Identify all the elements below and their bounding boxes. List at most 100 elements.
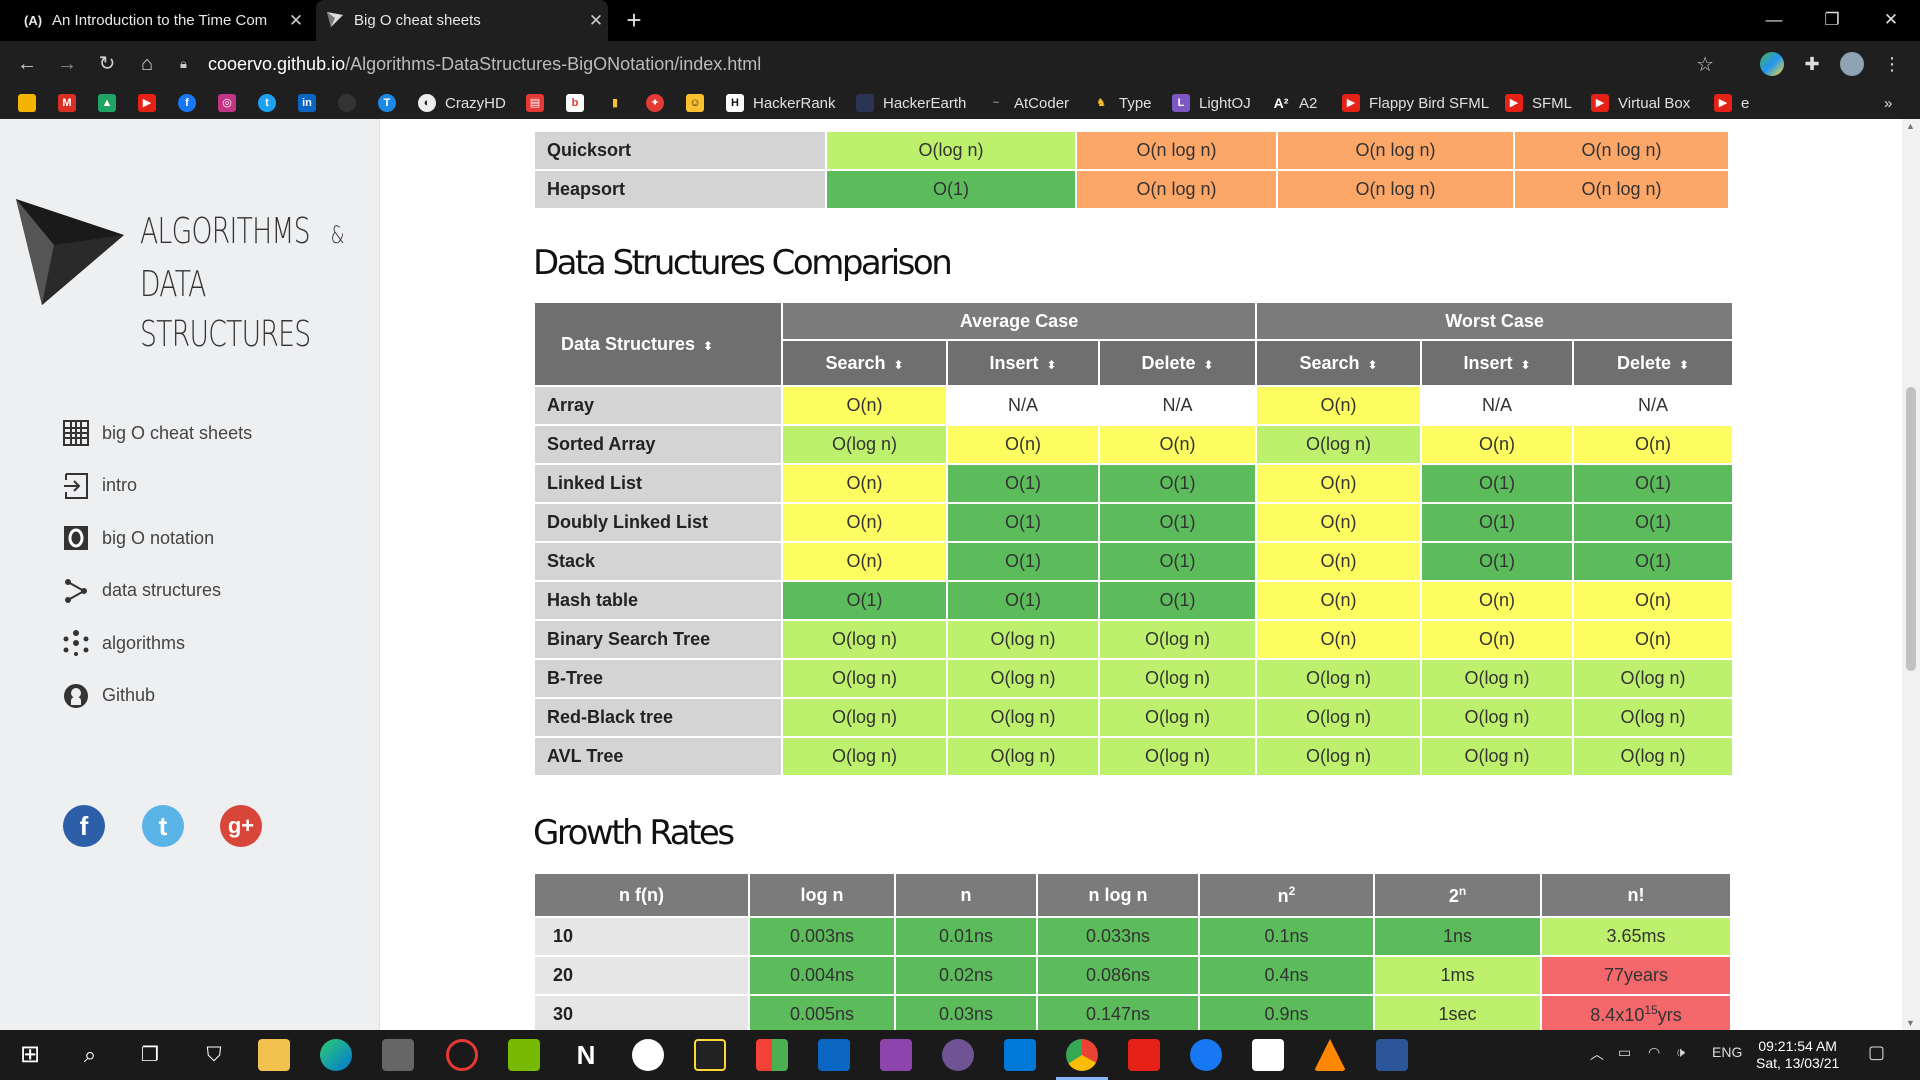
nav-data-structures[interactable]: data structures bbox=[62, 565, 252, 618]
nvidia-icon[interactable] bbox=[508, 1039, 540, 1071]
security-shield-icon[interactable]: ⛉ bbox=[198, 1039, 230, 1071]
bookmark-icon-13[interactable]: b bbox=[566, 93, 593, 113]
bookmark-type[interactable]: ♞ Type bbox=[1092, 93, 1152, 113]
bookmark-flappy-bird[interactable]: ▶ Flappy Bird SFML bbox=[1342, 93, 1489, 113]
youtube-app-icon[interactable] bbox=[1128, 1039, 1160, 1071]
col-insert[interactable]: Insert ⬍ bbox=[948, 341, 1098, 387]
store-icon[interactable] bbox=[382, 1039, 414, 1071]
scroll-down-icon[interactable]: ▼ bbox=[1906, 1018, 1915, 1028]
wifi-icon[interactable]: ◠ bbox=[1648, 1044, 1660, 1061]
bookmark-e[interactable]: ▶ e bbox=[1714, 93, 1749, 113]
vlc-icon[interactable] bbox=[1314, 1039, 1346, 1071]
search-icon[interactable]: ⌕ bbox=[74, 1039, 106, 1071]
windows-start-icon[interactable]: ⊞ bbox=[14, 1039, 46, 1071]
back-icon[interactable]: ← bbox=[12, 49, 42, 79]
growth-cell: 1ms bbox=[1375, 957, 1540, 996]
notifications-icon[interactable]: ▢ bbox=[1868, 1042, 1885, 1063]
bookmark-sfml[interactable]: ▶ SFML bbox=[1505, 93, 1572, 113]
col-search[interactable]: Search ⬍ bbox=[1257, 341, 1421, 387]
twitter-icon[interactable]: t bbox=[142, 805, 184, 847]
complexity-cell: O(log n) bbox=[783, 738, 946, 777]
nav-github[interactable]: Github bbox=[62, 670, 252, 723]
bookmark-icon-15[interactable]: ✦ bbox=[646, 93, 673, 113]
avatar[interactable] bbox=[1840, 52, 1864, 76]
youtube-icon: ▶ bbox=[1591, 94, 1609, 112]
facebook-icon[interactable]: f bbox=[178, 93, 205, 113]
scroll-thumb[interactable] bbox=[1906, 387, 1916, 671]
close-tab-icon[interactable]: ✕ bbox=[584, 11, 608, 31]
nav-algorithms[interactable]: algorithms bbox=[62, 617, 252, 670]
forward-icon[interactable]: → bbox=[52, 49, 82, 79]
instagram-icon[interactable]: ◎ bbox=[218, 93, 245, 113]
chart-bm-icon[interactable]: ▮ bbox=[606, 93, 633, 113]
github-bm-icon[interactable] bbox=[338, 93, 365, 113]
scroll-up-icon[interactable]: ▲ bbox=[1906, 121, 1915, 131]
menu-kebab-icon[interactable]: ⋮ bbox=[1880, 52, 1904, 76]
chrome-icon[interactable] bbox=[1066, 1039, 1098, 1071]
word-icon[interactable] bbox=[1376, 1039, 1408, 1071]
notion-icon[interactable] bbox=[1252, 1039, 1284, 1071]
bookmark-a2[interactable]: A² A2 bbox=[1272, 93, 1317, 113]
app-icon-n[interactable]: N bbox=[570, 1039, 602, 1071]
reload-icon[interactable]: ↻ bbox=[92, 49, 122, 79]
close-tab-icon[interactable]: ✕ bbox=[284, 11, 308, 31]
bookmark-icon-16[interactable]: ☺ bbox=[686, 93, 713, 113]
taskbar-clock[interactable]: 09:21:54 AM Sat, 13/03/21 bbox=[1756, 1038, 1839, 1072]
bookmark-icon-10[interactable]: T bbox=[378, 93, 405, 113]
volume-icon[interactable]: 🕩︎ bbox=[1676, 1044, 1685, 1061]
col-data-structures[interactable]: Data Structures ⬍ bbox=[535, 303, 781, 387]
col-delete[interactable]: Delete ⬍ bbox=[1574, 341, 1733, 387]
drive-icon[interactable]: ▲ bbox=[98, 93, 125, 113]
google-plus-icon[interactable]: g+ bbox=[220, 805, 262, 847]
nav-intro[interactable]: intro bbox=[62, 460, 252, 513]
app-icon-circle[interactable] bbox=[632, 1039, 664, 1071]
col-insert[interactable]: Insert ⬍ bbox=[1422, 341, 1573, 387]
language-indicator[interactable]: ENG bbox=[1712, 1044, 1742, 1060]
dev-icon[interactable] bbox=[818, 1039, 850, 1071]
restore-icon[interactable]: ❐ bbox=[1803, 0, 1861, 41]
close-window-icon[interactable]: ✕ bbox=[1862, 0, 1920, 41]
facebook-icon[interactable]: f bbox=[63, 805, 105, 847]
address-bar[interactable]: 🔒︎ cooervo.github.io/Algorithms-DataStru… bbox=[172, 46, 1732, 82]
minimize-icon[interactable]: — bbox=[1745, 0, 1803, 41]
task-view-icon[interactable]: ❐ bbox=[134, 1039, 166, 1071]
col-delete[interactable]: Delete ⬍ bbox=[1100, 341, 1256, 387]
col-search[interactable]: Search ⬍ bbox=[783, 341, 946, 387]
bookmark-icon-1[interactable] bbox=[18, 93, 45, 113]
nav-big-o-cheat-sheets[interactable]: big O cheat sheets bbox=[62, 407, 252, 460]
file-explorer-icon[interactable] bbox=[258, 1039, 290, 1071]
tray-chevron-icon[interactable]: ︿ bbox=[1590, 1044, 1604, 1064]
bookmark-virtual-box[interactable]: ▶ Virtual Box bbox=[1591, 93, 1690, 113]
youtube-icon[interactable]: ▶ bbox=[138, 93, 165, 113]
bookmark-crazyhd[interactable]: ◐ CrazyHD bbox=[418, 93, 506, 113]
bookmark-icon-12[interactable]: ▤ bbox=[526, 93, 553, 113]
growth-cell: 77years bbox=[1542, 957, 1730, 996]
linkedin-icon[interactable]: in bbox=[298, 93, 325, 113]
battery-icon[interactable]: ▭ bbox=[1618, 1044, 1631, 1061]
puzzle-icon[interactable]: ✚ bbox=[1800, 52, 1824, 76]
extension-icon[interactable] bbox=[1760, 52, 1784, 76]
more-bookmarks-icon[interactable]: » bbox=[1884, 93, 1892, 113]
vscode-icon[interactable] bbox=[1004, 1039, 1036, 1071]
home-icon[interactable]: ⌂ bbox=[132, 49, 162, 79]
bookmark-hackerrank[interactable]: H HackerRank bbox=[726, 93, 836, 113]
gmail-icon[interactable]: M bbox=[58, 93, 85, 113]
new-tab-button[interactable]: + bbox=[618, 6, 650, 36]
facebook-app-icon[interactable] bbox=[1190, 1039, 1222, 1071]
bookmark-lightoj[interactable]: L LightOJ bbox=[1172, 93, 1251, 113]
page-scrollbar[interactable]: ▲ ▼ bbox=[1902, 119, 1920, 1030]
bookmark-hackerearth[interactable]: HackerEarth bbox=[856, 93, 966, 113]
app-icon-red[interactable] bbox=[446, 1039, 478, 1071]
twitter-icon[interactable]: t bbox=[258, 93, 285, 113]
visual-studio-icon[interactable] bbox=[880, 1039, 912, 1071]
tab-big-o-cheat-sheets[interactable]: Big O cheat sheets ✕ bbox=[316, 0, 608, 41]
tab-intro-time-complexity[interactable]: (A) An Introduction to the Time Com ✕ bbox=[12, 0, 308, 41]
github-desktop-icon[interactable] bbox=[942, 1039, 974, 1071]
lock-icon[interactable]: 🔒︎ bbox=[180, 56, 202, 72]
bookmark-star-icon[interactable]: ☆ bbox=[1696, 52, 1714, 77]
pycharm-icon[interactable] bbox=[694, 1039, 726, 1071]
bookmark-atcoder[interactable]: ~ AtCoder bbox=[987, 93, 1069, 113]
edge-icon[interactable] bbox=[320, 1039, 352, 1071]
office-icon[interactable] bbox=[756, 1039, 788, 1071]
nav-big-o-notation[interactable]: big O notation bbox=[62, 512, 252, 565]
